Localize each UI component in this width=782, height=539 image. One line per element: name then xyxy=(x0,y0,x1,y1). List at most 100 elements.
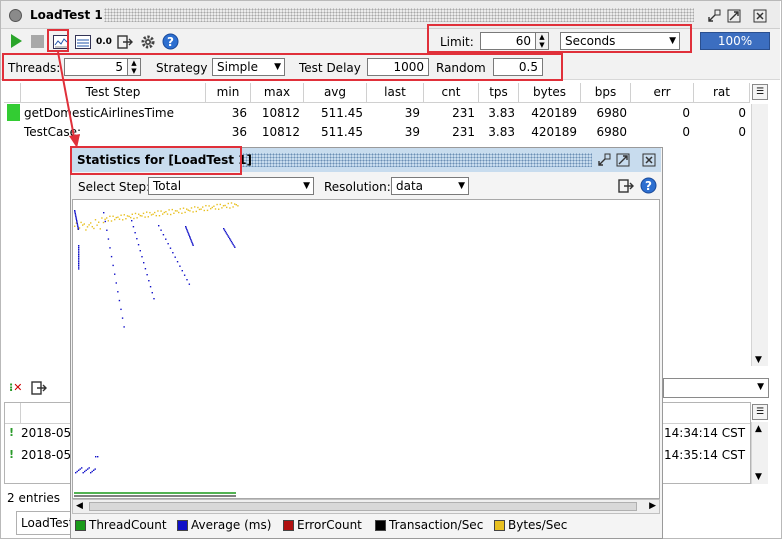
bytes-per-sec-point xyxy=(202,206,204,208)
table-scrollbar[interactable]: ▼ xyxy=(751,104,768,366)
average-ms-point xyxy=(74,210,76,212)
select-step-dropdown[interactable]: Total ▼ xyxy=(148,177,314,195)
bytes-per-sec-point xyxy=(136,217,138,219)
log-info-icon: ! xyxy=(9,426,15,439)
bytes-per-sec-point xyxy=(82,224,84,226)
bytes-per-sec-point xyxy=(170,213,172,216)
bytes-per-sec-point xyxy=(85,229,87,231)
statistics-close-icon[interactable] xyxy=(641,152,657,168)
statistics-export-icon[interactable] xyxy=(618,178,634,194)
column-header-min[interactable]: min xyxy=(206,83,251,103)
average-ms-point xyxy=(174,256,176,258)
strategy-select[interactable]: Simple ▼ xyxy=(212,58,285,76)
scroll-down-icon[interactable]: ▼ xyxy=(755,472,762,482)
chart-horizontal-scrollbar[interactable]: ◀ ▶ xyxy=(72,499,660,514)
average-ms-point xyxy=(188,234,190,236)
scroll-thumb[interactable] xyxy=(89,502,637,511)
test-step-name[interactable]: getDomesticAirlinesTime xyxy=(22,104,205,123)
column-header-cnt[interactable]: cnt xyxy=(424,83,479,103)
average-ms-point xyxy=(149,286,152,288)
average-ms-point xyxy=(160,229,162,231)
bytes-per-sec-point xyxy=(101,217,103,219)
bytes-per-sec-point xyxy=(200,208,202,210)
limit-input[interactable]: 60 xyxy=(480,32,536,50)
column-header-tps[interactable]: tps xyxy=(479,83,519,103)
bytes-per-sec-point xyxy=(133,217,135,220)
column-header-rat[interactable]: rat xyxy=(694,83,750,103)
column-header-max[interactable]: max xyxy=(251,83,304,103)
bytes-per-sec-point xyxy=(155,214,157,217)
bytes-per-sec-point xyxy=(147,216,149,218)
bytes-per-sec-point xyxy=(221,207,223,209)
log-column-settings-icon[interactable]: ☰ xyxy=(752,404,768,420)
limit-unit-select[interactable]: Seconds ▼ xyxy=(560,32,680,50)
average-ms-point xyxy=(109,247,111,249)
bytes-per-sec-point xyxy=(197,206,199,209)
average-ms-point xyxy=(78,245,80,247)
maximize-window-icon[interactable] xyxy=(726,8,742,24)
bytes-per-sec-point xyxy=(94,219,97,221)
bytes-per-sec-point xyxy=(181,212,183,214)
bytes-per-sec-point xyxy=(146,211,148,213)
test-delay-input[interactable]: 1000 xyxy=(367,58,429,76)
average-ms-point xyxy=(181,270,183,272)
resolution-dropdown[interactable]: data ▼ xyxy=(391,177,469,195)
clear-log-icon[interactable]: ⁝✕ xyxy=(9,381,22,394)
log-filter-select[interactable]: ▼ xyxy=(663,378,769,398)
help-icon[interactable]: ? xyxy=(162,33,179,50)
average-ms-point xyxy=(121,317,124,319)
column-settings-icon[interactable]: ☰ xyxy=(752,84,768,100)
bytes-per-sec-point xyxy=(93,227,95,230)
bytes-per-sec-point xyxy=(218,208,220,210)
average-ms-point xyxy=(78,250,80,252)
random-input[interactable]: 0.5 xyxy=(493,58,543,76)
column-header-avg[interactable]: avg xyxy=(304,83,367,103)
bytes-per-sec-point xyxy=(205,204,207,207)
export-log-icon[interactable] xyxy=(31,380,47,396)
scroll-left-icon[interactable]: ◀ xyxy=(76,501,83,511)
threads-spinner[interactable]: ▲ ▼ xyxy=(127,58,141,76)
average-ms-point xyxy=(165,238,167,240)
scroll-right-icon[interactable]: ▶ xyxy=(649,501,656,511)
export-icon[interactable] xyxy=(117,34,133,50)
table-cell-min: 36 xyxy=(231,125,247,139)
test-step-name[interactable]: TestCase: xyxy=(22,123,205,142)
average-ms-point xyxy=(85,469,87,471)
stop-icon[interactable] xyxy=(31,35,44,48)
log-entry-time: 14:34:14 CST xyxy=(664,426,746,440)
bytes-per-sec-point xyxy=(154,211,156,214)
average-ms-point xyxy=(191,241,193,244)
table-cell-avg: 511.45 xyxy=(321,125,363,139)
table-cell-bps: 6980 xyxy=(596,125,627,139)
minimize-window-icon[interactable] xyxy=(706,8,722,24)
average-ms-point xyxy=(187,233,190,235)
statistics-maximize-icon[interactable] xyxy=(615,152,631,168)
bytes-per-sec-point xyxy=(162,213,164,215)
average-ms-point xyxy=(79,468,81,470)
average-ms-point xyxy=(78,268,80,270)
column-header-err[interactable]: err xyxy=(631,83,694,103)
gear-icon[interactable] xyxy=(140,34,156,50)
average-ms-point xyxy=(76,221,78,223)
log-tab[interactable]: LoadTest xyxy=(16,511,76,535)
statistics-minimize-icon[interactable] xyxy=(596,152,612,168)
average-ms-point xyxy=(76,222,78,225)
log-scrollbar[interactable]: ▲ ▼ xyxy=(751,422,768,484)
statistics-history-icon[interactable] xyxy=(75,34,91,50)
column-header-bps[interactable]: bps xyxy=(581,83,631,103)
scroll-up-icon[interactable]: ▲ xyxy=(755,424,762,434)
run-icon[interactable] xyxy=(8,33,24,49)
log-entry-time: 14:35:14 CST xyxy=(664,448,746,462)
column-header-last[interactable]: last xyxy=(367,83,424,103)
average-ms-point xyxy=(94,468,96,470)
table-cell-bps: 6980 xyxy=(596,106,627,120)
average-ms-point xyxy=(93,469,95,471)
limit-spinner[interactable]: ▲ ▼ xyxy=(535,32,549,50)
rate-display[interactable]: 0.0 xyxy=(96,37,112,47)
scroll-down-icon[interactable]: ▼ xyxy=(755,355,762,365)
close-window-icon[interactable] xyxy=(752,8,768,24)
column-header-test-step[interactable]: Test Step xyxy=(21,83,206,103)
column-header-bytes[interactable]: bytes xyxy=(519,83,581,103)
average-ms-point xyxy=(190,240,193,242)
statistics-help-icon[interactable]: ? xyxy=(640,177,657,194)
